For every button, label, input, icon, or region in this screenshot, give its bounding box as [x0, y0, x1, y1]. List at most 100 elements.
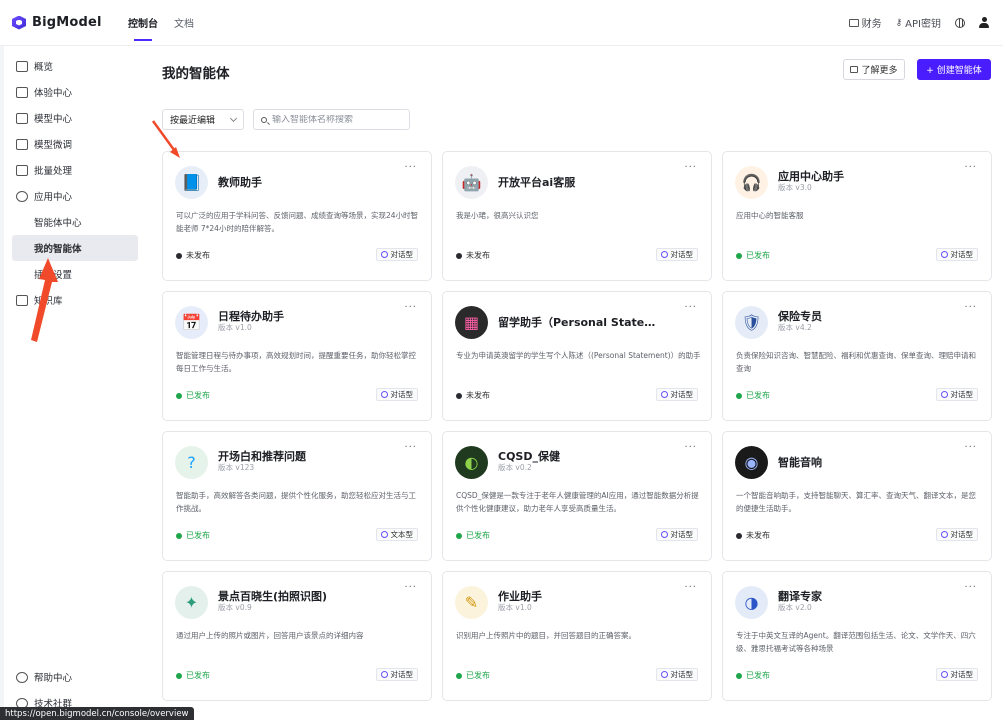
sidebar-item-label: 知识库 — [34, 296, 63, 307]
sort-select[interactable]: 按最近编辑 — [162, 109, 244, 130]
type-icon — [660, 671, 668, 678]
more-options-icon[interactable]: ··· — [684, 582, 697, 593]
sort-label: 按最近编辑 — [170, 116, 216, 126]
status-label: 已发布 — [746, 391, 770, 400]
sidebar-item-batch[interactable]: 批量处理 — [4, 157, 146, 183]
status-dot-icon — [736, 672, 742, 679]
more-options-icon[interactable]: ··· — [964, 582, 977, 593]
agent-name: 智能音响 — [778, 456, 822, 469]
type-label: 对话型 — [670, 250, 694, 259]
top-right-actions: 财务 ⚷ API密钥 — [848, 15, 989, 31]
globe-icon[interactable] — [955, 17, 965, 28]
grid-icon: ▦ — [455, 306, 488, 339]
api-key-link[interactable]: ⚷ API密钥 — [896, 15, 941, 31]
agent-card[interactable]: 📘 教师助手 ··· 可以广泛的应用于学科问答、反馈问题、成绩查询等场景，实现2… — [162, 151, 432, 281]
agent-card[interactable]: ? 开场白和推荐问题 版本 v123 ··· 智能助手，高效解答各类问题，提供个… — [162, 431, 432, 561]
search-icon — [261, 116, 267, 123]
agent-description: 负责保险知识咨询、智慧配险、福利和优惠查询、保单查询、理赔申请和查询 — [736, 351, 976, 373]
learn-more-button[interactable]: 了解更多 — [843, 59, 905, 80]
agent-card[interactable]: ▦ 留学助手（Personal State… ··· 专业为申请英澳留学的学生写… — [442, 291, 712, 421]
nav-console[interactable]: 控制台 — [120, 0, 166, 46]
sidebar-sub-my-agents[interactable]: 我的智能体 — [12, 235, 138, 261]
status-dot-icon — [176, 252, 182, 259]
agent-card[interactable]: ◉ 智能音响 ··· 一个智能音响助手，支持智能聊天、算汇率、查询天气、翻译文本… — [722, 431, 992, 561]
type-icon — [380, 531, 388, 538]
brand-logo[interactable]: BigModel — [12, 15, 120, 30]
status-label: 已发布 — [746, 671, 770, 680]
agent-type-badge: 对话型 — [655, 528, 698, 541]
agent-description: 专业为申请英澳留学的学生写个人陈述（(Personal Statement)）的… — [456, 351, 701, 360]
learn-more-label: 了解更多 — [861, 66, 898, 76]
status-label: 已发布 — [186, 391, 210, 400]
create-agent-button[interactable]: + 创建智能体 — [917, 59, 991, 80]
cube-icon — [16, 112, 28, 124]
agent-type-badge: 对话型 — [655, 388, 698, 401]
sidebar-item-app-center[interactable]: 应用中心 — [4, 183, 146, 209]
type-icon — [380, 251, 388, 258]
more-options-icon[interactable]: ··· — [404, 162, 417, 173]
agent-card[interactable]: 🎧 应用中心助手 版本 v3.0 ··· 应用中心的智能客服 已发布 对话型 — [722, 151, 992, 281]
agent-card[interactable]: ✦ 景点百晓生(拍照识图) 版本 v0.9 ··· 通过用户上传的照片或图片，回… — [162, 571, 432, 701]
status-dot-icon — [456, 672, 462, 679]
status-label: 未发布 — [746, 531, 770, 540]
agent-type-badge: 对话型 — [375, 388, 418, 401]
more-options-icon[interactable]: ··· — [404, 582, 417, 593]
agent-description: 智能助手，高效解答各类问题，提供个性化服务，助您轻松应对生活与工作挑战。 — [176, 491, 416, 513]
sidebar-item-knowledge[interactable]: 知识库 — [4, 287, 146, 313]
finance-link[interactable]: 财务 — [848, 15, 882, 30]
sidebar-item-models[interactable]: 模型中心 — [4, 105, 146, 131]
sidebar-sub-plugin-settings[interactable]: 插件设置 — [4, 261, 146, 287]
more-options-icon[interactable]: ··· — [684, 442, 697, 453]
agent-version: 版本 v0.2 — [498, 463, 532, 472]
agent-card[interactable]: 🤖 开放平台ai客服 ··· 我是小珺，很高兴认识您 未发布 对话型 — [442, 151, 712, 281]
agent-card[interactable]: 📅 日程待办助手 版本 v1.0 ··· 智能管理日程与待办事项，高效规划时间，… — [162, 291, 432, 421]
agent-version: 版本 v1.0 — [498, 603, 532, 612]
agent-card[interactable]: ✎ 作业助手 版本 v1.0 ··· 识别用户上传照片中的题目，并回答题目的正确… — [442, 571, 712, 701]
robot-icon — [16, 190, 28, 202]
sidebar-item-help[interactable]: 帮助中心 — [4, 664, 146, 690]
homework-icon: ✎ — [455, 586, 488, 619]
agent-type-badge: 对话型 — [935, 388, 978, 401]
user-icon[interactable] — [979, 17, 989, 28]
more-options-icon[interactable]: ··· — [964, 302, 977, 313]
agent-type-badge: 对话型 — [935, 668, 978, 681]
nav-docs[interactable]: 文档 — [166, 0, 202, 46]
sidebar-item-experience[interactable]: 体验中心 — [4, 79, 146, 105]
type-label: 对话型 — [950, 250, 974, 259]
help-icon — [16, 671, 28, 683]
type-label: 对话型 — [950, 670, 974, 679]
sidebar-item-label: 体验中心 — [34, 88, 73, 99]
agent-description: 识别用户上传照片中的题目，并回答题目的正确答案。 — [456, 631, 636, 640]
more-options-icon[interactable]: ··· — [964, 162, 977, 173]
search-input[interactable] — [272, 114, 402, 125]
status-dot-icon — [456, 252, 462, 259]
type-label: 对话型 — [390, 670, 414, 679]
agent-card[interactable]: ◑ 翻译专家 版本 v2.0 ··· 专注于中英文互译的Agent。翻译范围包括… — [722, 571, 992, 701]
agent-type-badge: 对话型 — [935, 528, 978, 541]
sidebar: 概览 体验中心 模型中心 模型微调 批量处理 应用中心 智能体中心 我的智能体 … — [4, 46, 146, 720]
question-icon: ? — [175, 446, 208, 479]
status-label: 未发布 — [466, 251, 490, 260]
type-icon — [380, 671, 388, 678]
type-icon — [660, 251, 668, 258]
top-bar: BigModel 控制台 文档 财务 ⚷ API密钥 — [0, 0, 1003, 46]
agent-version: 版本 v0.9 — [218, 603, 252, 612]
agent-description: 智能管理日程与待办事项，高效规划时间，提醒重要任务，助你轻松掌控每日工作与生活。 — [176, 351, 416, 373]
more-options-icon[interactable]: ··· — [684, 162, 697, 173]
publish-status: 已发布 — [736, 250, 770, 261]
status-dot-icon — [736, 252, 742, 259]
sidebar-sub-agent-center[interactable]: 智能体中心 — [4, 209, 146, 235]
agent-type-badge: 对话型 — [655, 248, 698, 261]
more-options-icon[interactable]: ··· — [964, 442, 977, 453]
status-label: 已发布 — [746, 251, 770, 260]
more-options-icon[interactable]: ··· — [684, 302, 697, 313]
sidebar-item-finetune[interactable]: 模型微调 — [4, 131, 146, 157]
agent-card[interactable]: ◐ CQSD_保健 版本 v0.2 ··· CQSD_保健是一款专注于老年人健康… — [442, 431, 712, 561]
top-nav: 控制台 文档 — [120, 0, 202, 46]
agent-type-badge: 对话型 — [375, 248, 418, 261]
more-options-icon[interactable]: ··· — [404, 442, 417, 453]
agent-card[interactable]: 🛡 保险专员 版本 v4.2 ··· 负责保险知识咨询、智慧配险、福利和优惠查询… — [722, 291, 992, 421]
more-options-icon[interactable]: ··· — [404, 302, 417, 313]
status-dot-icon — [736, 532, 742, 539]
sidebar-item-overview[interactable]: 概览 — [4, 53, 146, 79]
